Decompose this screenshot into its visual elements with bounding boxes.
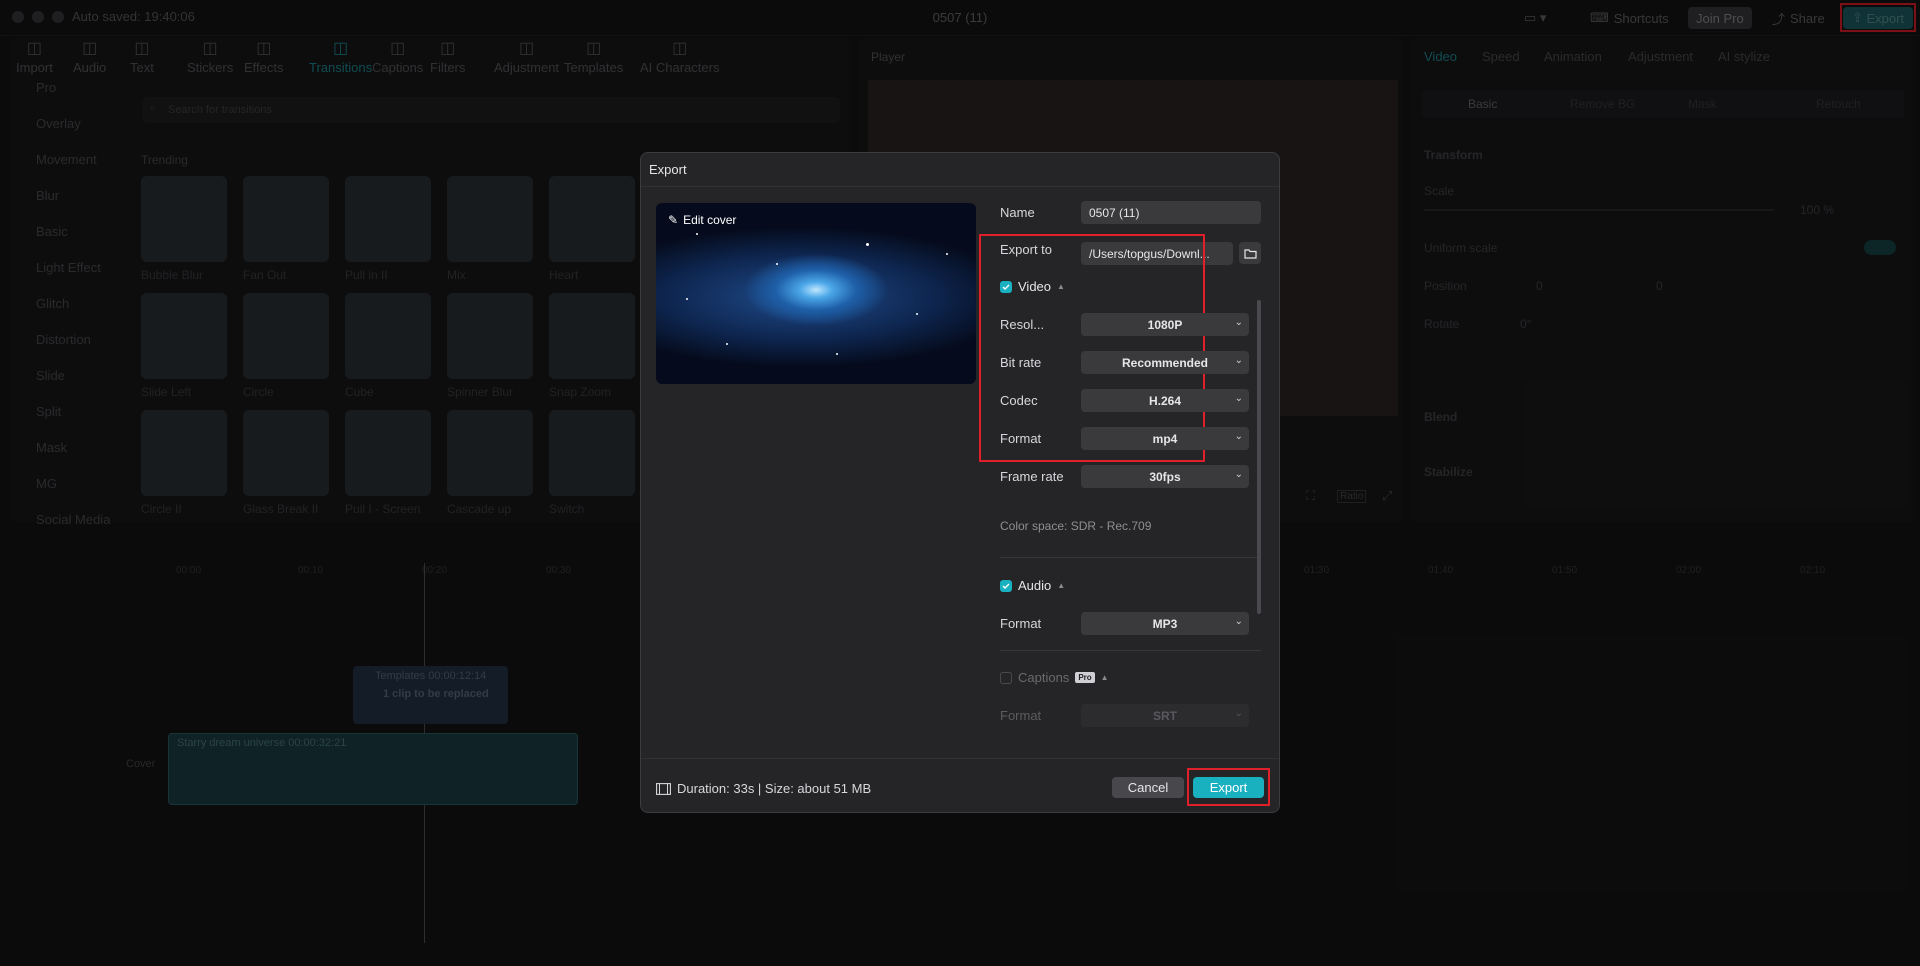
check-icon bbox=[1002, 284, 1010, 290]
resolution-value: 1080P bbox=[1147, 318, 1183, 332]
pro-badge: Pro bbox=[1075, 672, 1095, 683]
captions-format-select[interactable]: SRT ⌄ bbox=[1081, 704, 1249, 727]
framerate-select[interactable]: 30fps ⌄ bbox=[1081, 465, 1249, 488]
audio-format-select[interactable]: MP3 ⌄ bbox=[1081, 612, 1249, 635]
captions-section-label: Captions bbox=[1018, 670, 1070, 685]
check-icon bbox=[1002, 583, 1010, 589]
chevron-down-icon: ⌄ bbox=[1234, 393, 1243, 404]
chevron-down-icon: ⌄ bbox=[1234, 616, 1243, 627]
bitrate-value: Recommended bbox=[1121, 356, 1209, 370]
codec-label: Codec bbox=[1000, 393, 1038, 408]
duration-size-text: Duration: 33s | Size: about 51 MB bbox=[677, 781, 872, 796]
star bbox=[696, 233, 698, 235]
star bbox=[726, 343, 728, 345]
footer-divider bbox=[641, 758, 1279, 759]
captions-format-label: Format bbox=[1000, 708, 1042, 723]
edit-cover-label: Edit cover bbox=[683, 213, 737, 227]
star bbox=[686, 298, 688, 300]
audio-format-value: MP3 bbox=[1152, 617, 1178, 631]
folder-icon bbox=[1243, 248, 1257, 259]
star bbox=[916, 313, 918, 315]
collapse-caret-icon: ▲ bbox=[1057, 282, 1065, 291]
export-summary: Duration: 33s | Size: about 51 MB bbox=[656, 781, 871, 796]
chevron-down-icon: ⌄ bbox=[1234, 469, 1243, 480]
cancel-button[interactable]: Cancel bbox=[1112, 777, 1184, 798]
captions-section-toggle[interactable]: Captions Pro ▲ bbox=[1000, 670, 1109, 685]
star bbox=[946, 253, 948, 255]
name-input[interactable]: 0507 (11) bbox=[1081, 201, 1261, 224]
captions-checkbox[interactable] bbox=[1000, 671, 1012, 684]
settings-scrollbar[interactable] bbox=[1257, 300, 1261, 614]
audio-checkbox[interactable] bbox=[1000, 579, 1012, 592]
browse-folder-button[interactable] bbox=[1239, 242, 1261, 264]
collapse-caret-icon: ▲ bbox=[1100, 673, 1109, 682]
dialog-divider bbox=[641, 186, 1279, 187]
dialog-title: Export bbox=[649, 162, 687, 177]
audio-section-toggle[interactable]: Audio ▲ bbox=[1000, 578, 1065, 593]
codec-value: H.264 bbox=[1148, 394, 1182, 408]
audio-divider bbox=[1000, 650, 1261, 651]
format-value: mp4 bbox=[1152, 432, 1178, 446]
export-button[interactable]: Export bbox=[1193, 777, 1264, 798]
resolution-select[interactable]: 1080P ⌄ bbox=[1081, 313, 1249, 336]
resolution-label: Resol... bbox=[1000, 317, 1045, 332]
star bbox=[866, 243, 869, 246]
name-label: Name bbox=[1000, 205, 1035, 220]
capcut-app: Auto saved: 19:40:06 0507 (11) ▭ ▾ ⌨ Shor… bbox=[0, 0, 1920, 966]
chevron-down-icon: ⌄ bbox=[1234, 317, 1243, 328]
audio-section-label: Audio bbox=[1018, 578, 1052, 593]
collapse-caret-icon: ▲ bbox=[1057, 581, 1066, 590]
bitrate-select[interactable]: Recommended ⌄ bbox=[1081, 351, 1249, 374]
chevron-down-icon: ⌄ bbox=[1234, 708, 1243, 719]
chevron-down-icon: ⌄ bbox=[1234, 431, 1243, 442]
bitrate-label: Bit rate bbox=[1000, 355, 1042, 370]
framerate-label: Frame rate bbox=[1000, 469, 1064, 484]
format-label: Format bbox=[1000, 431, 1042, 446]
chevron-down-icon: ⌄ bbox=[1234, 355, 1243, 366]
edit-cover-button[interactable]: ✎ Edit cover bbox=[668, 213, 736, 227]
star bbox=[776, 263, 778, 265]
pencil-icon: ✎ bbox=[668, 213, 679, 227]
star bbox=[836, 353, 838, 355]
export-dialog: Export ✎ Edit cover Name 0507 (11) Expor… bbox=[640, 152, 1280, 813]
video-section-label: Video bbox=[1018, 279, 1052, 294]
video-section-toggle[interactable]: Video ▲ bbox=[1000, 279, 1065, 294]
framerate-value: 30fps bbox=[1149, 470, 1181, 484]
audio-format-label: Format bbox=[1000, 616, 1042, 631]
cover-preview[interactable]: ✎ Edit cover bbox=[656, 203, 976, 384]
captions-format-value: SRT bbox=[1153, 709, 1177, 723]
format-select[interactable]: mp4 ⌄ bbox=[1081, 427, 1249, 450]
video-divider bbox=[1000, 557, 1261, 558]
codec-select[interactable]: H.264 ⌄ bbox=[1081, 389, 1249, 412]
video-checkbox[interactable] bbox=[1000, 280, 1012, 293]
color-space-info: Color space: SDR - Rec.709 bbox=[1000, 519, 1152, 533]
film-icon bbox=[656, 782, 671, 795]
